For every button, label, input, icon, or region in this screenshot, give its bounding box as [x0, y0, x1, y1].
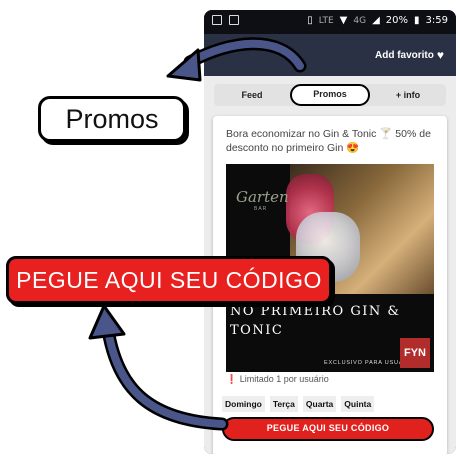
day-chip: Quinta: [341, 396, 375, 412]
day-chip: Quarta: [302, 396, 337, 412]
clock: 3:59: [425, 15, 448, 26]
tab-bar: Feed Promos + info: [214, 84, 446, 106]
cta-callout: PEGUE AQUI SEU CÓDIGO: [6, 256, 332, 304]
status-bar: ▯ LTE ▼ 4G ◢ 20% ▮ 3:59: [204, 10, 456, 34]
network-indicator: 4G: [353, 15, 367, 26]
promos-callout: Promos: [38, 96, 186, 142]
vibrate-icon: ▯: [307, 15, 313, 26]
limit-notice: ❗ Limitado 1 por usuário: [226, 374, 329, 385]
tab-info[interactable]: + info: [370, 84, 446, 106]
day-chip: Terça: [269, 396, 298, 412]
valid-days: Domingo Terça Quarta Quinta: [222, 396, 375, 412]
app-bar: Add favorito ♥: [204, 34, 456, 76]
banner-headline: NO PRIMEIRO GIN & TONIC: [230, 304, 401, 338]
fyn-badge: FYN: [400, 338, 430, 368]
battery-percent: 20%: [385, 15, 409, 26]
heart-icon: ♥: [436, 48, 444, 62]
phone-screen: ▯ LTE ▼ 4G ◢ 20% ▮ 3:59 Add favorito ♥ F…: [204, 10, 456, 454]
add-favorite-label: Add favorito: [374, 49, 434, 61]
screen-notification-icon: [229, 15, 239, 25]
signal-icon: ◢: [372, 15, 380, 26]
exclamation-icon: ❗: [226, 374, 238, 384]
promo-description: Bora economizar no Gin & Tonic 🍸 50% de …: [226, 128, 431, 154]
day-chip: Domingo: [222, 396, 265, 412]
battery-icon: ▮: [414, 15, 420, 26]
get-code-button[interactable]: PEGUE AQUI SEU CÓDIGO: [222, 417, 434, 441]
add-favorite-button[interactable]: Add favorito ♥: [375, 48, 444, 62]
bar-logo-sub: BAR: [254, 206, 268, 212]
wifi-icon: ▼: [339, 15, 348, 26]
image-notification-icon: [212, 15, 222, 25]
tab-promos[interactable]: Promos: [290, 84, 370, 106]
bar-logo: Garten: [236, 188, 289, 206]
limit-text: Limitado 1 por usuário: [239, 374, 329, 384]
tab-feed[interactable]: Feed: [214, 84, 290, 106]
lte-indicator: LTE: [318, 15, 334, 26]
